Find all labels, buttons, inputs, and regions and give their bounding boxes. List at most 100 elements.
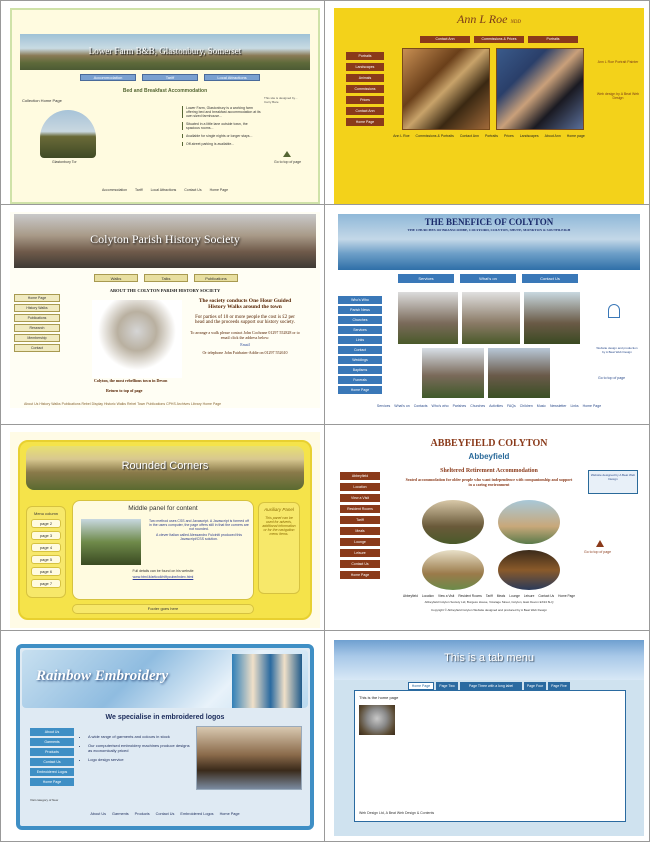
abbeyfield-footer-link[interactable]: Location <box>422 594 434 598</box>
abbeyfield-side-item[interactable]: Tariff <box>340 516 380 524</box>
colyton-side-item[interactable]: Publications <box>14 314 60 322</box>
annroe-side-item[interactable]: Landscapes <box>346 63 384 71</box>
benefice-side-item[interactable]: Contact <box>338 346 382 354</box>
up-arrow-icon[interactable] <box>283 151 291 157</box>
abbeyfield-footer-link[interactable]: Leisure <box>524 594 534 598</box>
benefice-side-item[interactable]: Churches <box>338 316 382 324</box>
abbeyfield-footer-link[interactable]: Tariff <box>486 594 493 598</box>
farm-footer-link[interactable]: Accommodation <box>102 188 127 192</box>
rounded-menu-item[interactable]: page 2 <box>31 519 61 528</box>
rainbow-footer-link[interactable]: Garments <box>112 812 129 816</box>
abbeyfield-side-item[interactable]: Abbeyfield <box>340 472 380 480</box>
annroe-side-item[interactable]: Animals <box>346 74 384 82</box>
up-arrow-icon[interactable] <box>596 540 604 547</box>
annroe-top-tab[interactable]: Portraits <box>528 36 578 43</box>
abbeyfield-side-item[interactable]: Leisure <box>340 549 380 557</box>
farm-footer-link[interactable]: Tariff <box>135 188 143 192</box>
abbeyfield-side-item[interactable]: Contact Us <box>340 560 380 568</box>
benefice-footer-link[interactable]: Contacts <box>414 404 428 408</box>
colyton-tab[interactable]: Talks <box>144 274 188 282</box>
rainbow-side-item[interactable]: Contact Us <box>30 758 74 766</box>
annroe-footer-link[interactable]: Portraits <box>485 134 498 138</box>
benefice-side-item[interactable]: Parish News <box>338 306 382 314</box>
annroe-top-tab[interactable]: Commissions & Prices <box>474 36 524 43</box>
tabmenu-tab[interactable]: Page Four <box>524 682 546 690</box>
benefice-tab[interactable]: Services <box>398 274 454 283</box>
rounded-menu-item[interactable]: page 5 <box>31 555 61 564</box>
abbeyfield-side-item[interactable]: Home Page <box>340 571 380 579</box>
rainbow-footer-link[interactable]: Embroidered Logos <box>180 812 213 816</box>
benefice-side-item[interactable]: Funerals <box>338 376 382 384</box>
annroe-footer-link[interactable]: About Ann <box>545 134 561 138</box>
colyton-side-item[interactable]: Contact <box>14 344 60 352</box>
benefice-footer-link[interactable]: Children <box>520 404 533 408</box>
annroe-footer-link[interactable]: Ann L Roe <box>393 134 409 138</box>
colyton-side-item[interactable]: Home Page <box>14 294 60 302</box>
benefice-side-item[interactable]: Home Page <box>338 386 382 394</box>
rounded-menu-item[interactable]: page 4 <box>31 543 61 552</box>
colyton-tab[interactable]: Publications <box>194 274 238 282</box>
benefice-side-item[interactable]: Links <box>338 336 382 344</box>
abbeyfield-footer-link[interactable]: Home Page <box>558 594 575 598</box>
rainbow-footer-link[interactable]: Products <box>135 812 150 816</box>
farm-footer-link[interactable]: Local Attractions <box>151 188 177 192</box>
benefice-footer-link[interactable]: Links <box>570 404 578 408</box>
benefice-tab[interactable]: What's on <box>460 274 516 283</box>
annroe-footer-link[interactable]: Contact Ann <box>460 134 479 138</box>
tabmenu-tab[interactable]: Page Two <box>436 682 458 690</box>
benefice-footer-link[interactable]: FAQs <box>507 404 516 408</box>
abbeyfield-side-item[interactable]: Resident Rooms <box>340 505 380 513</box>
tabmenu-tab[interactable]: Home Page <box>408 682 434 690</box>
abbeyfield-side-item[interactable]: Meals <box>340 527 380 535</box>
benefice-side-item[interactable]: Weddings <box>338 356 382 364</box>
abbeyfield-side-item[interactable]: Location <box>340 483 380 491</box>
farm-footer-link[interactable]: Contact Us <box>184 188 201 192</box>
abbeyfield-footer-link[interactable]: View a Visit <box>438 594 454 598</box>
benefice-top-link[interactable]: Go to top of page <box>598 376 625 380</box>
abbeyfield-footer-link[interactable]: Meals <box>497 594 506 598</box>
colyton-side-item[interactable]: History Walks <box>14 304 60 312</box>
rainbow-side-item[interactable]: Products <box>30 748 74 756</box>
benefice-footer-link[interactable]: Services <box>377 404 390 408</box>
benefice-footer-link[interactable]: Who's who <box>432 404 449 408</box>
abbeyfield-footer-link[interactable]: Contact Us <box>538 594 554 598</box>
benefice-footer-link[interactable]: Newsletter <box>550 404 567 408</box>
benefice-footer-link[interactable]: Parishes <box>453 404 467 408</box>
rounded-full-link[interactable]: www.html.it/articoli/niftycube/index.htm… <box>73 575 253 579</box>
rounded-menu-item[interactable]: page 6 <box>31 567 61 576</box>
tabmenu-tab[interactable]: Page Five <box>548 682 570 690</box>
benefice-footer-link[interactable]: Activities <box>489 404 503 408</box>
abbeyfield-top-link[interactable]: Go to top of page <box>584 550 611 554</box>
farm-footer-link[interactable]: Home Page <box>210 188 228 192</box>
annroe-top-tab[interactable]: Contact Ann <box>420 36 470 43</box>
benefice-footer-link[interactable]: Music <box>537 404 546 408</box>
annroe-footer-link[interactable]: Commissions & Portraits <box>416 134 454 138</box>
rainbow-side-item[interactable]: Home Page <box>30 778 74 786</box>
rainbow-side-item[interactable]: Garments <box>30 738 74 746</box>
abbeyfield-side-item[interactable]: View a Visit <box>340 494 380 502</box>
colyton-side-item[interactable]: Membership <box>14 334 60 342</box>
colyton-tab[interactable]: Walks <box>94 274 138 282</box>
colyton-side-item[interactable]: Research <box>14 324 60 332</box>
rounded-menu-item[interactable]: page 3 <box>31 531 61 540</box>
rainbow-side-item[interactable]: Embroidered Logos <box>30 768 74 776</box>
farm-nav-button[interactable]: Accommodation <box>80 74 136 81</box>
abbeyfield-side-item[interactable]: Lounge <box>340 538 380 546</box>
annroe-side-item[interactable]: Contact Ann <box>346 107 384 115</box>
benefice-tab[interactable]: Contact Us <box>522 274 578 283</box>
annroe-footer-link[interactable]: Home page <box>567 134 585 138</box>
benefice-footer-link[interactable]: Home Page <box>583 404 601 408</box>
abbeyfield-footer-link[interactable]: Abbeyfield <box>403 594 418 598</box>
annroe-footer-link[interactable]: Prices <box>504 134 514 138</box>
farm-top-link[interactable]: Go to top of page <box>274 160 301 164</box>
rainbow-footer-link[interactable]: Home Page <box>220 812 240 816</box>
benefice-side-item[interactable]: Who's Who <box>338 296 382 304</box>
colyton-top-link[interactable]: Return to top of page <box>106 388 142 393</box>
benefice-side-item[interactable]: Services <box>338 326 382 334</box>
annroe-side-item[interactable]: Home Page <box>346 118 384 126</box>
rainbow-footer-link[interactable]: About Us <box>90 812 106 816</box>
annroe-footer-link[interactable]: Landscapes <box>520 134 539 138</box>
benefice-footer-link[interactable]: What's on <box>394 404 409 408</box>
annroe-side-item[interactable]: Commissions <box>346 85 384 93</box>
annroe-side-item[interactable]: Portraits <box>346 52 384 60</box>
